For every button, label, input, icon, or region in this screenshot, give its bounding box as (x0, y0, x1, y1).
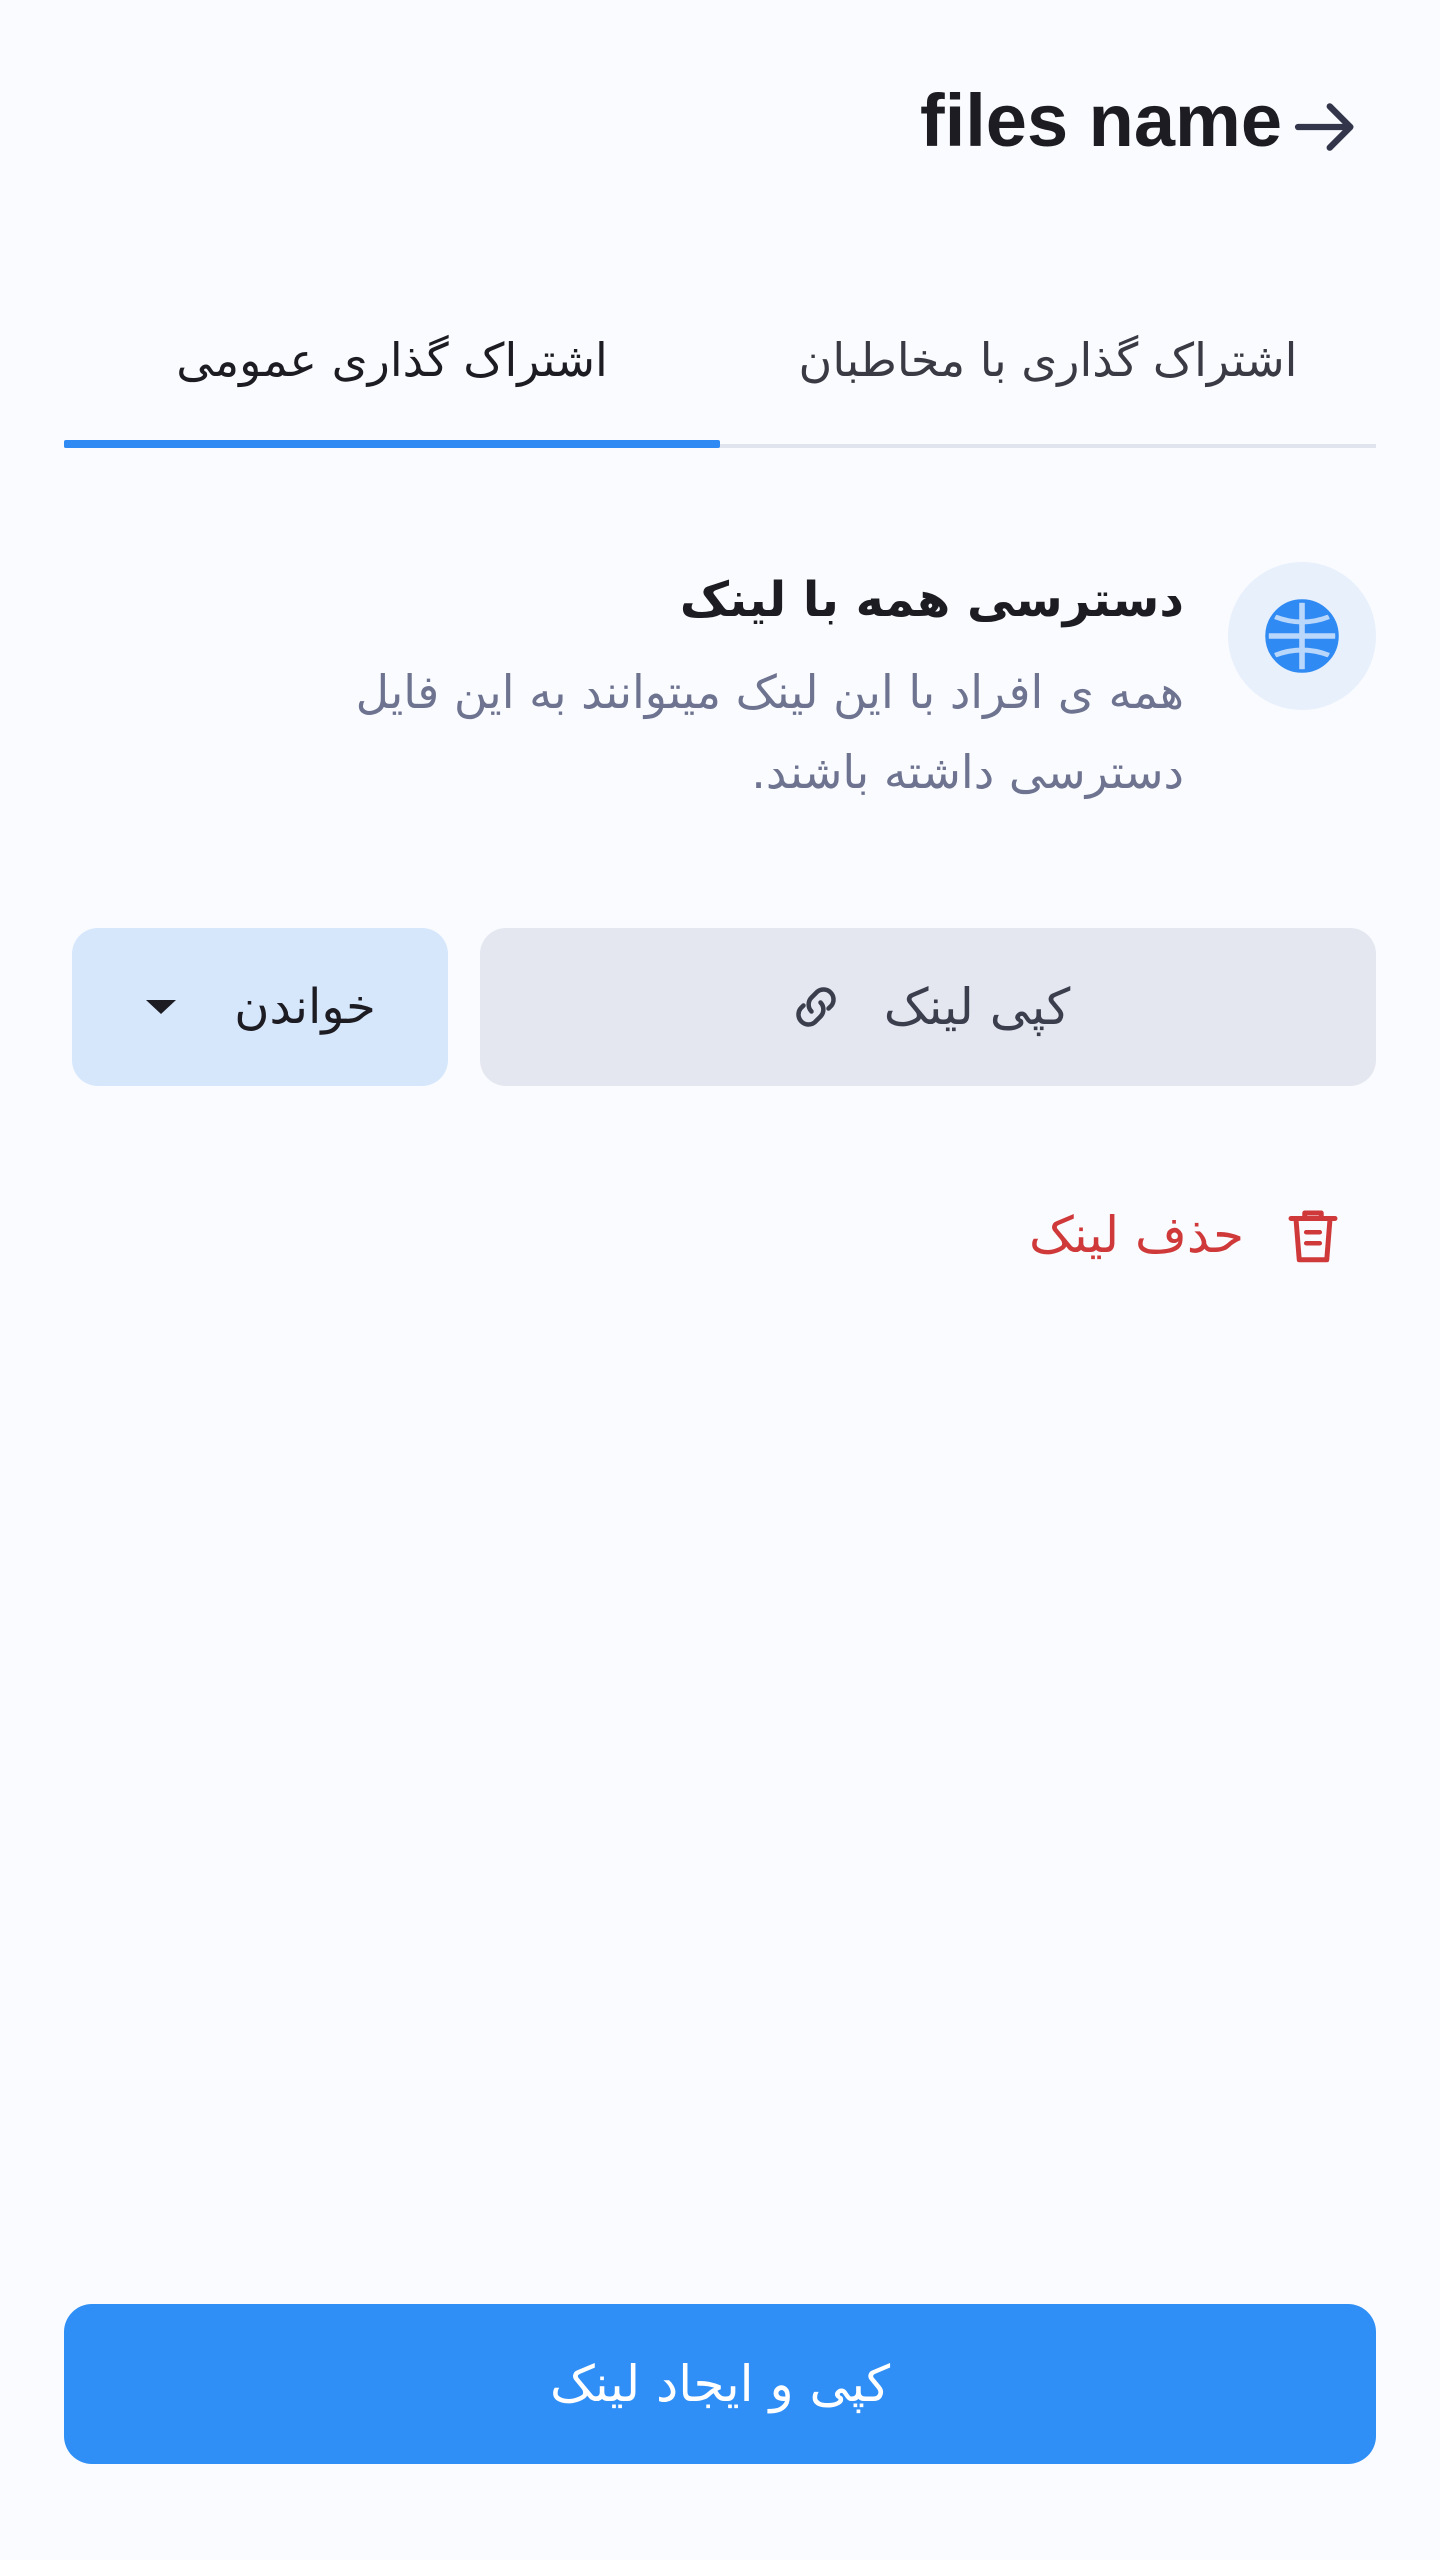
caret-down-icon (146, 1000, 177, 1014)
globe-icon (1265, 599, 1339, 673)
share-tabs: اشتراک گذاری با مخاطبان اشتراک گذاری عمو… (64, 290, 1376, 450)
access-description-line: همه ی افراد با این لینک میتوانند به این … (355, 665, 1184, 719)
tab-share-with-contacts[interactable]: اشتراک گذاری با مخاطبان (720, 290, 1376, 450)
delete-link-label: حذف لینک (1028, 1206, 1244, 1264)
trash-icon (1288, 1210, 1338, 1263)
copy-link-button[interactable]: کپی لینک (480, 928, 1376, 1086)
tab-label: اشتراک گذاری با مخاطبان (798, 333, 1298, 387)
cta-label: کپی و ایجاد لینک (549, 2355, 891, 2413)
tab-label: اشتراک گذاری عمومی (176, 333, 608, 387)
tab-public-share[interactable]: اشتراک گذاری عمومی (64, 290, 720, 450)
back-button[interactable] (1280, 82, 1370, 172)
access-description-line: دسترسی داشته باشند. (751, 745, 1184, 799)
copy-and-create-link-button[interactable]: کپی و ایجاد لینک (64, 2304, 1376, 2464)
active-tab-indicator (64, 440, 720, 448)
copy-link-label: کپی لینک (883, 978, 1071, 1036)
permission-dropdown[interactable]: خواندن (72, 928, 448, 1086)
access-description: همه ی افراد با این لینک میتوانند به این … (184, 652, 1184, 812)
link-icon (796, 987, 836, 1027)
page-title: files name (920, 79, 1282, 162)
permission-label: خواندن (234, 979, 376, 1035)
delete-link-button[interactable]: حذف لینک (1029, 1180, 1346, 1290)
globe-icon-container (1228, 562, 1376, 710)
arrow-right-icon (1294, 103, 1354, 151)
access-title: دسترسی همه با لینک (679, 572, 1184, 628)
